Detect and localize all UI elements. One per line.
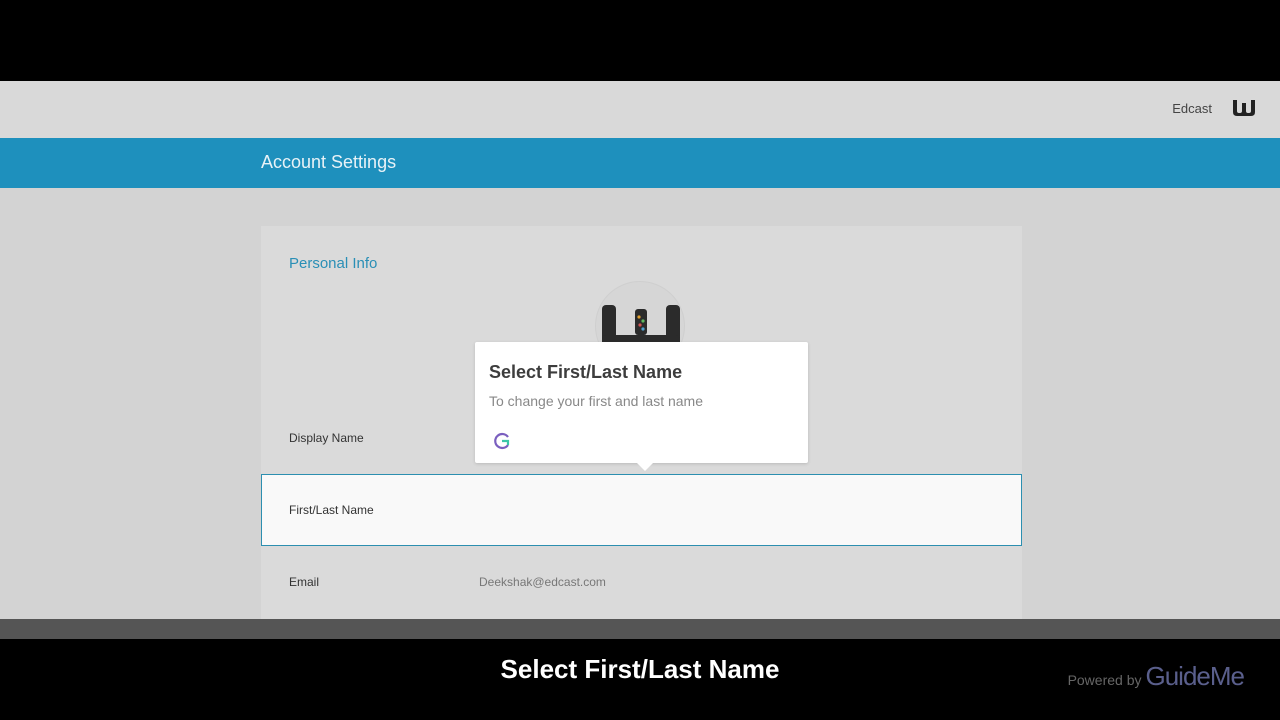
- guideme-brand: GuideMe: [1145, 661, 1245, 691]
- guide-tooltip: Select First/Last Name To change your fi…: [475, 342, 808, 463]
- section-title: Personal Info: [289, 255, 378, 272]
- top-bar: Edcast: [0, 81, 1280, 138]
- email-label: Email: [289, 575, 320, 589]
- page-title: Account Settings: [261, 152, 397, 172]
- caption-bar: Select First/Last Name Powered by GuideM…: [0, 639, 1280, 720]
- display-name-label: Display Name: [289, 431, 364, 445]
- tooltip-description: To change your first and last name: [489, 393, 704, 409]
- org-name[interactable]: Edcast: [1172, 101, 1212, 116]
- tooltip-title: Select First/Last Name: [489, 362, 683, 382]
- account-settings-header: Account Settings: [0, 138, 1280, 188]
- app-window: Edcast Account Settings Personal Info Di…: [0, 81, 1280, 638]
- edcast-logo-icon[interactable]: [1232, 99, 1256, 117]
- first-last-name-row[interactable]: First/Last Name: [261, 474, 1022, 546]
- screen: Edcast Account Settings Personal Info Di…: [0, 0, 1280, 720]
- powered-by: Powered by GuideMe: [1067, 661, 1245, 692]
- tooltip-arrow: [636, 462, 654, 471]
- email-value: Deekshak@edcast.com: [479, 575, 606, 589]
- video-progress-strip: [0, 619, 1280, 639]
- guideme-logo-icon: [493, 432, 511, 450]
- powered-by-label: Powered by: [1067, 672, 1142, 688]
- first-last-name-label: First/Last Name: [289, 503, 374, 517]
